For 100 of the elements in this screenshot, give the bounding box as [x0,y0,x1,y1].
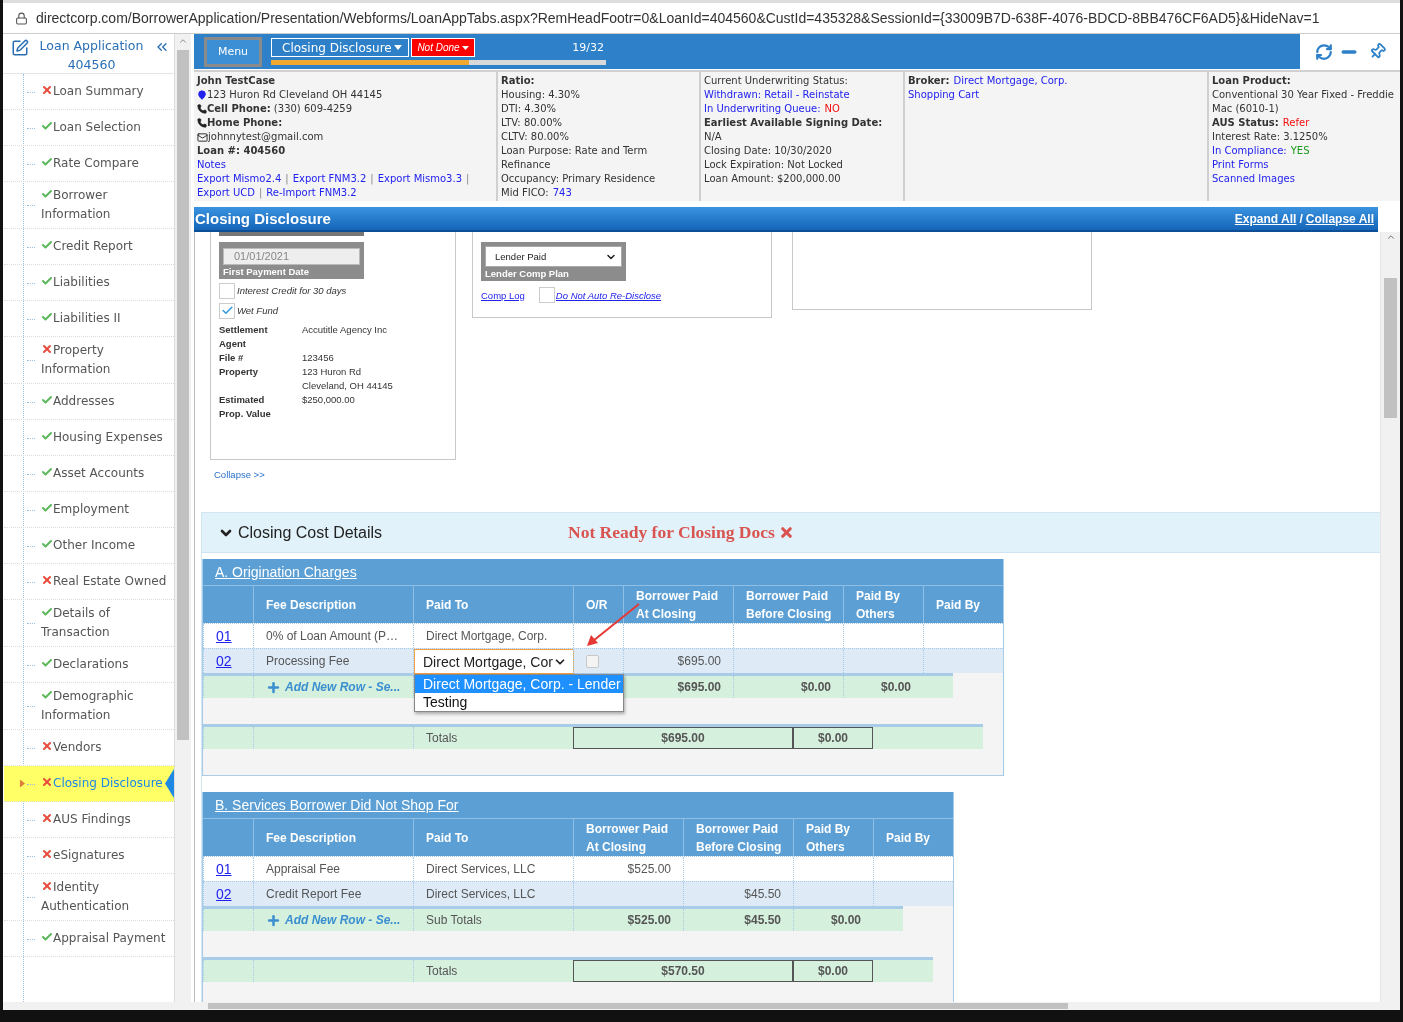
table-cell: Direct Services, LLC [426,887,536,901]
scroll-thumb[interactable] [208,1003,1068,1009]
checkbox[interactable] [219,282,235,299]
sidebar-item[interactable]: Real Estate Owned [4,564,174,600]
sidebar-item[interactable]: Liabilities II [4,301,174,337]
scrollbar[interactable] [175,34,191,1002]
section-title: Closing Disclosure [195,210,331,227]
phone-icon [197,104,207,114]
checkbox-label: Interest Credit for 30 days [237,285,347,296]
pointer-icon [165,769,174,798]
info-text: DTI: 4.30% [501,102,557,116]
table-cell: $695.00 [677,680,721,694]
scroll-thumb[interactable] [177,50,189,740]
row-number-link[interactable]: 01 [216,628,232,644]
paid-to-select[interactable]: Direct Mortgage, Cor [414,649,574,674]
separator-text: / [1299,211,1303,226]
row-number-link[interactable]: 02 [216,653,232,669]
table-cell: $695.00 [677,654,721,668]
info-link[interactable]: Notes [197,158,226,172]
dropdown-option[interactable]: Testing [415,693,623,711]
table-cell: $0.00 [830,913,861,927]
info-text: Home Phone: [207,116,283,130]
info-text: Loan Purpose: Rate and Term Refinance [501,144,649,172]
expand-all-link[interactable]: Expand All [1234,211,1297,226]
sidebar-item[interactable]: Details of Transaction [4,600,174,647]
detail-label: File # [219,350,245,365]
table-cell: $0.00 [880,680,911,694]
sidebar-item[interactable]: Loan Summary [4,74,174,110]
info-text: johnnytest@gmail.com [208,130,324,144]
info-link[interactable]: Direct Mortgage, Corp. [953,74,1068,88]
info-text: Ratio: [501,74,535,88]
sidebar-item[interactable]: Appraisal Payment [4,921,174,957]
comp-plan-select[interactable]: Lender Paid [485,246,622,267]
sidebar-item[interactable]: Property Information [4,337,174,384]
info-text: Broker: [908,74,950,88]
info-text: Closing Date: 10/30/2020 [704,144,832,158]
info-link[interactable]: Print Forms [1212,158,1269,172]
field-label: First Payment Date [223,265,311,277]
collapse-all-link[interactable]: Collapse All [1305,211,1374,226]
refresh-icon[interactable] [1314,42,1333,61]
table-cell: $45.50 [744,913,781,927]
sidebar-item[interactable]: Asset Accounts [4,456,174,492]
url-text[interactable]: directcorp.com/BorrowerApplication/Presentation/Webforms/LoanAppTabs.aspx?RemHeadFootr=0&LoanId=404560&CustId=435328&SessionId={33009B7D-638F-4076-BDCD-8BB476CF6AD5}&HideNav=1 [36,10,1320,26]
info-link[interactable]: Scanned Images [1212,172,1295,186]
detail-label: Estimated Prop. Value [219,392,272,421]
phone-icon [197,118,207,128]
info-text: Occupancy: Primary Residence [501,172,656,186]
comp-log-link[interactable]: Comp Log [481,289,525,301]
scrollbar[interactable] [3,1002,1400,1010]
field-label: Lender Comp Plan [485,268,570,279]
scrollbar[interactable] [1380,232,1400,1002]
checkbox[interactable] [219,302,235,319]
status-message: Not Ready for Closing Docs [568,522,775,543]
info-link[interactable]: In Compliance: [1212,144,1287,158]
info-link[interactable]: Withdrawn: Retail - Reinstate [704,88,850,102]
scroll-up-icon[interactable] [178,36,188,46]
sidebar-item[interactable]: Declarations [4,647,174,683]
sidebar-item[interactable]: Credit Report [4,229,174,265]
info-link[interactable]: Shopping Cart [908,88,980,102]
sidebar-item[interactable]: Housing Expenses [4,420,174,456]
checkbox[interactable] [586,654,599,668]
sidebar-item[interactable]: eSignatures [4,838,174,874]
info-text: YES [1290,144,1310,158]
sidebar-item[interactable]: Employment [4,492,174,528]
info-link[interactable]: In Underwriting Queue: [704,102,821,116]
info-link[interactable]: Export UCD [197,186,255,200]
status-button[interactable]: Not Done [411,38,475,57]
table-cell: Appraisal Fee [266,862,341,876]
info-link[interactable]: Export Mismo3.3 [377,172,463,186]
info-link[interactable]: 743 [552,186,572,200]
sidebar-item[interactable]: Liabilities [4,265,174,301]
caret-icon [461,45,469,50]
table-cell: $525.00 [627,913,671,927]
row-number-link[interactable]: 01 [216,861,232,877]
plus-icon [266,679,281,695]
sidebar-item[interactable]: Demographic Information [4,683,174,730]
collapse-link[interactable]: Collapse >> [214,469,265,480]
sidebar-item[interactable]: Closing Disclosure [4,766,174,802]
detail-value: $250,000.00 [302,392,356,407]
info-text: Loan Amount: $200,000.00 [704,172,841,186]
total-cell: $0.00 [793,960,873,982]
row-number-link[interactable]: 02 [216,886,232,902]
separator-text: | [258,186,263,200]
sidebar-item[interactable]: Addresses [4,384,174,420]
sidebar-item[interactable]: Identity Authentication [4,874,174,921]
step-select[interactable]: Closing Disclosure [271,38,409,57]
info-text: Loan #: 404560 [197,144,286,158]
info-link[interactable]: Export Mismo2.4 [197,172,282,186]
scroll-up-icon[interactable] [1385,232,1396,242]
sidebar-item[interactable]: AUS Findings [4,802,174,838]
checkbox[interactable] [538,287,555,303]
table-cell: Credit Report Fee [266,887,362,901]
sidebar-item[interactable]: Loan Selection [4,110,174,146]
info-link[interactable]: Export FNM3.2 [292,172,367,186]
info-link[interactable]: Re-Import FNM3.2 [266,186,357,200]
sidebar-item[interactable]: Borrower Information [4,182,174,229]
re-disclose-link[interactable]: Do Not Auto Re-Disclose [555,289,662,301]
sidebar-item[interactable]: Rate Compare [4,146,174,182]
scroll-thumb[interactable] [1384,278,1397,418]
sidebar-item[interactable]: Other Income [4,528,174,564]
